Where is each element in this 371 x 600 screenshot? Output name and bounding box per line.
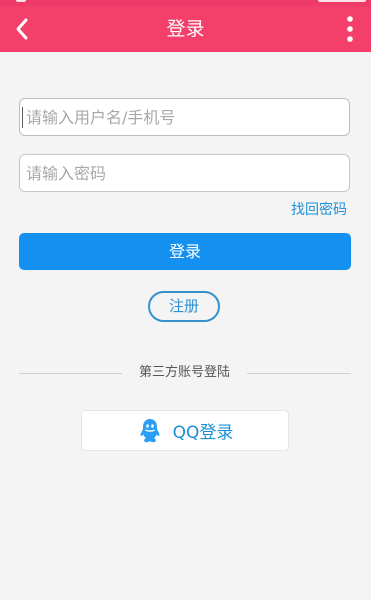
divider-line-right [247, 373, 351, 374]
username-input[interactable] [19, 98, 350, 136]
divider-line-left [19, 373, 122, 374]
qq-login-label: QQ登录 [172, 423, 234, 443]
qq-penguin-icon [137, 418, 163, 444]
text-cursor [22, 107, 23, 128]
third-party-divider-label: 第三方账号登陆 [138, 365, 230, 380]
forgot-password-link[interactable]: 找回密码 [291, 199, 347, 219]
status-icons [318, 0, 366, 2]
qq-login-button[interactable]: QQ登录 [81, 410, 289, 451]
password-input[interactable] [19, 154, 350, 192]
app-bar: 登录 [0, 6, 371, 52]
register-button[interactable]: 注册 [148, 291, 220, 322]
status-icons [16, 0, 26, 2]
page-title: 登录 [166, 18, 205, 40]
more-options-button[interactable] [333, 6, 367, 52]
more-vert-icon [347, 16, 353, 42]
login-button[interactable]: 登录 [19, 233, 351, 270]
